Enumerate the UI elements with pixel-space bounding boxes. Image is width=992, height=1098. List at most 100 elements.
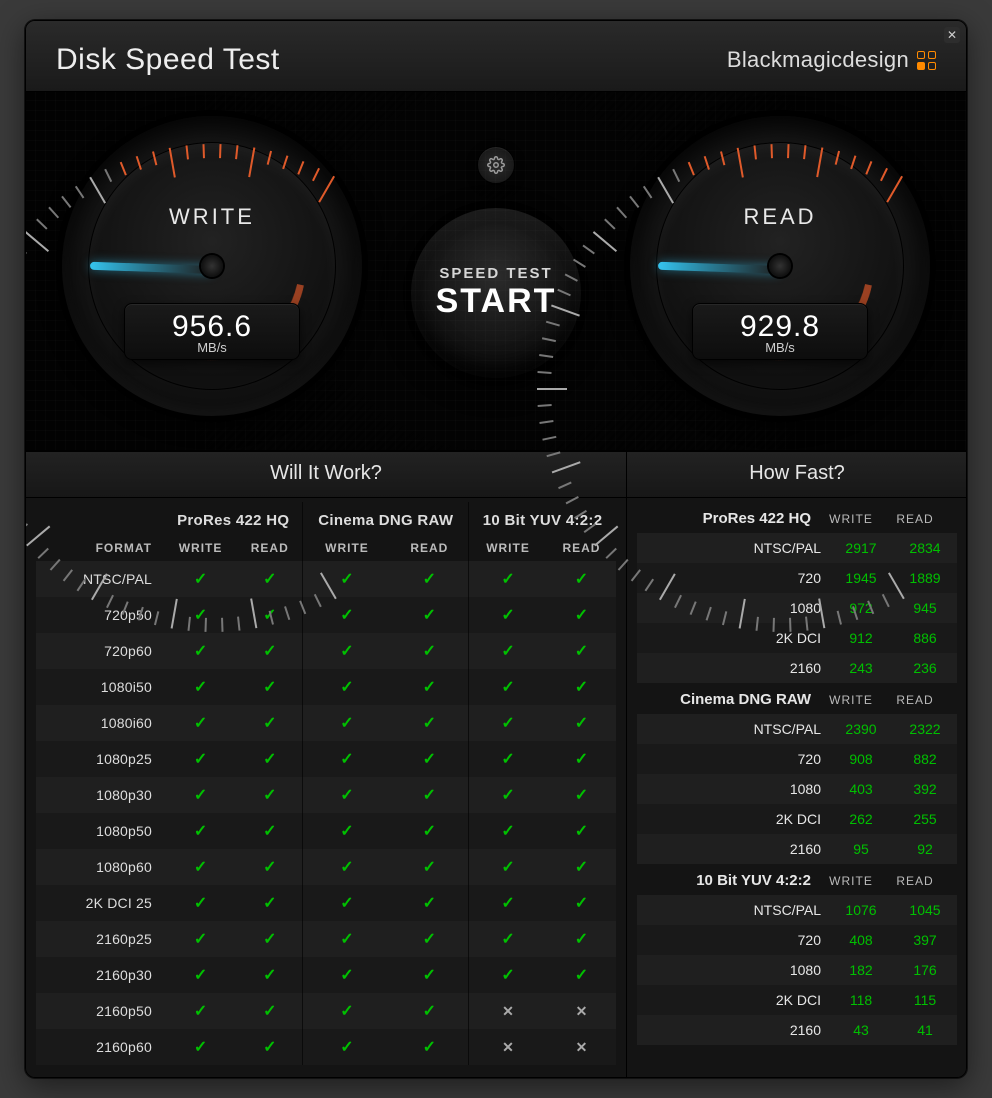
resolution-cell: 720 <box>637 744 829 774</box>
read-unit: MB/s <box>703 340 857 355</box>
check-icon: ✓ <box>575 679 588 696</box>
check-icon: ✓ <box>194 895 207 912</box>
check-icon: ✓ <box>340 1039 353 1056</box>
check-icon: ✓ <box>340 607 353 624</box>
check-icon: ✓ <box>423 607 436 624</box>
write-gauge: WRITE 956.6 MB/s <box>56 110 368 422</box>
read-fps: 41 <box>893 1015 957 1045</box>
table-row: 1080p60✓✓✓✓✓✓ <box>36 849 616 885</box>
check-icon: ✓ <box>340 571 353 588</box>
resolution-cell: NTSC/PAL <box>637 714 829 744</box>
check-icon: ✓ <box>501 571 514 588</box>
check-icon: ✓ <box>423 715 436 732</box>
check-icon: ✓ <box>575 895 588 912</box>
check-icon: ✓ <box>575 571 588 588</box>
how-fast-section-header: Cinema DNG RAWWRITEREAD <box>637 683 957 714</box>
will-it-work-title: Will It Work? <box>26 452 626 498</box>
start-label-line2: START <box>436 282 557 321</box>
how-fast-panel: How Fast? ProRes 422 HQWRITEREADNTSC/PAL… <box>626 452 967 1077</box>
check-icon: ✓ <box>575 931 588 948</box>
check-icon: ✓ <box>340 931 353 948</box>
check-icon: ✓ <box>501 967 514 984</box>
how-fast-section-header: ProRes 422 HQWRITEREAD <box>637 502 957 533</box>
check-icon: ✓ <box>423 895 436 912</box>
how-fast-row: NTSC/PAL29172834 <box>637 533 957 563</box>
check-icon: ✓ <box>501 715 514 732</box>
check-icon: ✓ <box>340 679 353 696</box>
check-icon: ✓ <box>423 1039 436 1056</box>
settings-button[interactable] <box>477 146 515 184</box>
brand: Blackmagicdesign <box>727 47 936 73</box>
table-row: 2K DCI 25✓✓✓✓✓✓ <box>36 885 616 921</box>
check-icon: ✓ <box>423 643 436 660</box>
how-fast-section-header: 10 Bit YUV 4:2:2WRITEREAD <box>637 864 957 895</box>
read-gauge: READ 929.8 MB/s <box>624 110 936 422</box>
will-it-work-panel: Will It Work? ProRes 422 HQ Cinema DNG R… <box>26 452 626 1077</box>
how-fast-row: 1080403392 <box>637 774 957 804</box>
how-fast-row: 21604341 <box>637 1015 957 1045</box>
check-icon: ✓ <box>263 1039 276 1056</box>
check-icon: ✓ <box>423 859 436 876</box>
check-icon: ✓ <box>423 787 436 804</box>
check-icon: ✓ <box>501 643 514 660</box>
how-fast-row: 21609592 <box>637 834 957 864</box>
write-fps: 403 <box>829 774 893 804</box>
write-fps: 262 <box>829 804 893 834</box>
check-icon: ✓ <box>194 859 207 876</box>
check-icon: ✓ <box>194 823 207 840</box>
write-fps: 2390 <box>829 714 893 744</box>
check-icon: ✓ <box>194 1039 207 1056</box>
fail-icon: ✕ <box>502 1039 514 1055</box>
format-cell: 2160p30 <box>36 957 164 993</box>
header: Disk Speed Test Blackmagicdesign <box>26 21 966 92</box>
read-fps: 882 <box>893 744 957 774</box>
brand-text: Blackmagicdesign <box>727 47 909 73</box>
table-row: 1080i60✓✓✓✓✓✓ <box>36 705 616 741</box>
how-fast-title: How Fast? <box>627 452 967 498</box>
resolution-cell: 1080 <box>637 955 829 985</box>
codec-header: 10 Bit YUV 4:2:2 <box>469 502 616 535</box>
write-fps: 95 <box>829 834 893 864</box>
check-icon: ✓ <box>194 787 207 804</box>
table-row: 1080p50✓✓✓✓✓✓ <box>36 813 616 849</box>
resolution-cell: 2160 <box>637 1015 829 1045</box>
format-cell: 720p50 <box>36 597 164 633</box>
check-icon: ✓ <box>501 607 514 624</box>
codec-header: Cinema DNG RAW <box>303 502 469 535</box>
brand-logo-icon <box>917 51 936 70</box>
check-icon: ✓ <box>575 967 588 984</box>
check-icon: ✓ <box>263 1003 276 1020</box>
write-fps: 2917 <box>829 533 893 563</box>
start-button[interactable]: SPEED TEST START <box>403 200 589 386</box>
table-row: 1080p25✓✓✓✓✓✓ <box>36 741 616 777</box>
write-fps: 1076 <box>829 895 893 925</box>
check-icon: ✓ <box>501 787 514 804</box>
codec-label: 10 Bit YUV 4:2:2 <box>637 872 819 889</box>
format-cell: 2160p25 <box>36 921 164 957</box>
read-value: 929.8 <box>703 310 857 344</box>
check-icon: ✓ <box>340 895 353 912</box>
resolution-cell: 720 <box>637 925 829 955</box>
close-icon[interactable]: ✕ <box>944 27 960 43</box>
write-fps: 118 <box>829 985 893 1015</box>
format-cell: 2160p60 <box>36 1029 164 1065</box>
table-row: 720p60✓✓✓✓✓✓ <box>36 633 616 669</box>
app-window: ✕ Disk Speed Test Blackmagicdesign WRITE… <box>25 20 967 1078</box>
check-icon: ✓ <box>423 967 436 984</box>
read-fps: 886 <box>893 623 957 653</box>
check-icon: ✓ <box>263 715 276 732</box>
check-icon: ✓ <box>340 859 353 876</box>
check-icon: ✓ <box>575 751 588 768</box>
how-fast-row: 2K DCI912886 <box>637 623 957 653</box>
table-row: 2160p30✓✓✓✓✓✓ <box>36 957 616 993</box>
read-fps: 2322 <box>893 714 957 744</box>
check-icon: ✓ <box>263 751 276 768</box>
how-fast-row: 720908882 <box>637 744 957 774</box>
format-cell: 1080p60 <box>36 849 164 885</box>
resolution-cell: 2K DCI <box>637 804 829 834</box>
write-unit: MB/s <box>135 340 289 355</box>
check-icon: ✓ <box>423 931 436 948</box>
how-fast-row: 720408397 <box>637 925 957 955</box>
check-icon: ✓ <box>423 823 436 840</box>
check-icon: ✓ <box>423 751 436 768</box>
